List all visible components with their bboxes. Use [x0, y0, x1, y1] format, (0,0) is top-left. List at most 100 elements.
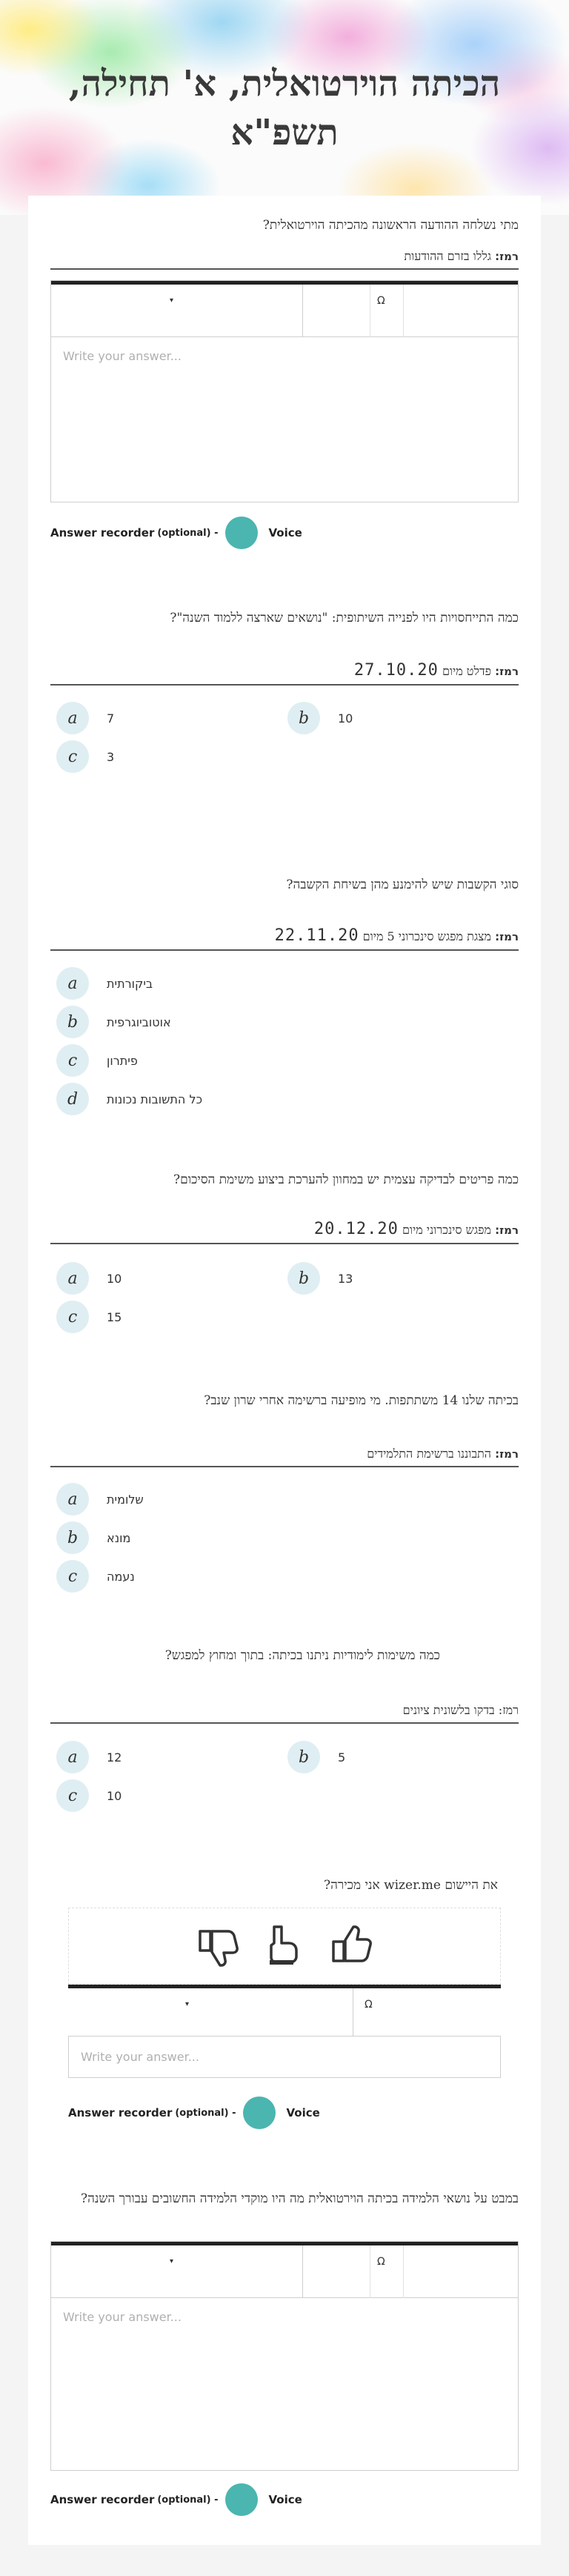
answer-placeholder: Write your answer... — [63, 349, 182, 363]
answer-editor-1[interactable]: ▾ Ω Write your answer... — [50, 280, 519, 502]
recorder-optional: (optional) - — [157, 2494, 219, 2506]
option-a[interactable]: a 10 — [56, 1261, 122, 1295]
option-c[interactable]: c פיתרון — [56, 1043, 138, 1078]
hint-label: רמז: — [495, 1447, 519, 1461]
recorder-label: Answer recorder — [50, 526, 155, 540]
option-letter: c — [56, 1044, 89, 1077]
option-letter: c — [56, 1779, 89, 1812]
question-6-text: כמה משימות לימודיות ניתנו בכיתה: בתוך ומ… — [164, 1648, 440, 1663]
thumbs-up-icon[interactable] — [327, 1922, 375, 1970]
option-b[interactable]: b 13 — [287, 1261, 353, 1295]
option-letter: b — [56, 1006, 89, 1038]
format-dropdown[interactable]: ▾ — [68, 1988, 353, 2036]
option-c[interactable]: c 15 — [56, 1300, 122, 1334]
format-dropdown[interactable]: ▾ — [51, 285, 303, 337]
answer-input-7[interactable]: ▾ Ω Write your answer... — [68, 1985, 501, 2078]
hint-date: 20.12.20 — [313, 1220, 399, 1238]
thumbs-down-icon[interactable] — [194, 1922, 242, 1970]
answer-recorder-8: Answer recorder (optional) - Voice — [50, 2483, 302, 2517]
thumbs-sideways-icon[interactable] — [261, 1922, 308, 1970]
option-label: כל התשובות נכונות — [107, 1092, 203, 1106]
chevron-down-icon: ▾ — [170, 296, 174, 305]
option-b[interactable]: b 10 — [287, 701, 353, 735]
voice-record-button[interactable] — [225, 517, 259, 549]
hint-date: 27.10.20 — [353, 661, 439, 680]
answer-placeholder: Write your answer... — [68, 2036, 501, 2078]
hint-label: רמז: — [495, 930, 519, 943]
answer-editor-8[interactable]: ▾ Ω Write your answer... — [50, 2241, 519, 2471]
hint-text: מצגת מפגש סינכרוני 5 מיום — [362, 929, 492, 943]
option-label: 15 — [107, 1309, 122, 1324]
question-4-text: כמה פריטים לבדיקה עצמית יש במחוון להערכת… — [173, 1172, 519, 1187]
special-characters-icon[interactable]: Ω — [377, 2256, 407, 2271]
hint-text: גללו בזרם ההודעות — [404, 249, 492, 263]
chevron-down-icon: ▾ — [185, 2000, 190, 2008]
option-letter: a — [56, 1262, 89, 1295]
voice-label: Voice — [268, 526, 302, 540]
hint-label: רמז: — [495, 1224, 519, 1237]
option-label: 10 — [338, 711, 353, 726]
voice-label: Voice — [268, 2493, 302, 2506]
option-b[interactable]: b אוטוביוגרפית — [56, 1005, 171, 1039]
special-characters-icon[interactable]: Ω — [377, 295, 407, 310]
option-label: נעמה — [107, 1569, 135, 1584]
option-b[interactable]: b 5 — [287, 1740, 345, 1774]
option-b[interactable]: b מונא — [56, 1521, 130, 1555]
option-letter: b — [287, 1741, 320, 1773]
question-5-text: בכיתה שלנו 14 משתתפות. מי מופיעה ברשימה … — [204, 1393, 519, 1408]
hint-text: רמז: בדקו בלשונית ציונים — [402, 1703, 519, 1717]
editor-toolbar: ▾ Ω — [51, 281, 518, 337]
option-label: שלומית — [107, 1492, 144, 1507]
chevron-down-icon: ▾ — [170, 2257, 174, 2265]
voice-record-button[interactable] — [243, 2097, 276, 2129]
option-letter: d — [56, 1083, 89, 1115]
option-label: אוטוביוגרפית — [107, 1015, 171, 1029]
recorder-label: Answer recorder — [68, 2106, 173, 2119]
answer-recorder-7: Answer recorder (optional) - Voice — [68, 2096, 320, 2130]
recorder-label: Answer recorder — [50, 2493, 155, 2506]
question-7-text: את היישום wizer.me אני מכירה? — [323, 1878, 498, 1893]
option-letter: b — [287, 1262, 320, 1295]
option-a[interactable]: a שלומית — [56, 1482, 144, 1516]
question-2-text: כמה התייחסויות היו לפנייה השיתופית: "נוש… — [170, 611, 519, 625]
option-c[interactable]: c 10 — [56, 1779, 122, 1813]
editor-toolbar: ▾ Ω — [51, 2242, 518, 2298]
option-letter: c — [56, 1301, 89, 1333]
header-banner: הכיתה הוירטואלית, א' תחילה, תשפ"א — [0, 0, 569, 215]
question-2-hint: רמז: פדלט מיום 27.10.20 — [50, 661, 519, 686]
hint-label: רמז: — [495, 250, 519, 263]
option-letter: a — [56, 1741, 89, 1773]
hint-label: רמז: — [495, 665, 519, 678]
option-label: 10 — [107, 1271, 122, 1286]
format-dropdown[interactable]: ▾ — [51, 2245, 303, 2298]
option-label: 7 — [107, 711, 115, 726]
option-d[interactable]: d כל התשובות נכונות — [56, 1082, 202, 1116]
question-4-hint: רמז: מפגש סינכרוני מיום 20.12.20 — [50, 1220, 519, 1244]
option-letter: a — [56, 1483, 89, 1516]
option-label: 3 — [107, 749, 115, 764]
question-3-text: סוגי הקשבות שיש להימנע מהן בשיחת הקשבה? — [286, 877, 519, 892]
hint-text: פדלט מיום — [442, 664, 492, 678]
option-label: פיתרון — [107, 1053, 138, 1068]
option-c[interactable]: c נעמה — [56, 1559, 135, 1593]
option-a[interactable]: a 12 — [56, 1740, 122, 1774]
question-1-hint: רמז: גללו בזרם ההודעות — [50, 249, 519, 270]
option-label: 5 — [338, 1750, 346, 1765]
option-label: 10 — [107, 1788, 122, 1803]
question-6-hint: רמז: בדקו בלשונית ציונים — [50, 1703, 519, 1724]
special-characters-icon[interactable]: Ω — [365, 1999, 394, 2014]
question-5-hint: רמז: התבוננו ברשימת התלמידים — [50, 1447, 519, 1467]
question-1-text: מתי נשלחה ההודעה הראשונה מהכיתה הוירטואל… — [262, 218, 519, 233]
question-3-hint: רמז: מצגת מפגש סינכרוני 5 מיום 22.11.20 — [50, 926, 519, 951]
editor-toolbar: ▾ Ω — [68, 1985, 501, 2036]
voice-record-button[interactable] — [225, 2483, 259, 2516]
option-a[interactable]: a 7 — [56, 701, 114, 735]
option-c[interactable]: c 3 — [56, 740, 114, 774]
option-label: ביקורתית — [107, 976, 153, 991]
option-letter: b — [287, 702, 320, 734]
option-label: 13 — [338, 1271, 353, 1286]
answer-recorder-1: Answer recorder (optional) - Voice — [50, 516, 302, 550]
answer-placeholder: Write your answer... — [63, 2310, 182, 2324]
option-a[interactable]: a ביקורתית — [56, 966, 153, 1000]
recorder-optional: (optional) - — [157, 527, 219, 539]
